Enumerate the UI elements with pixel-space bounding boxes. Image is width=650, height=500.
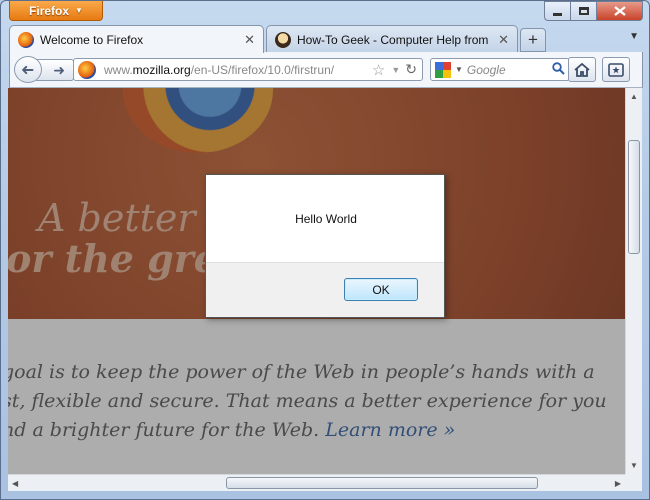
alert-dialog: Hello World OK (205, 174, 445, 318)
back-button[interactable]: ➜ (14, 56, 42, 83)
scrollbar-corner (625, 474, 642, 491)
vertical-scroll-thumb[interactable] (628, 140, 640, 254)
google-engine-icon[interactable] (435, 61, 451, 78)
tab-title: Welcome to Firefox (40, 32, 144, 47)
search-bar[interactable]: ▼ Google (430, 58, 570, 81)
reload-icon[interactable]: ↻ (405, 61, 417, 78)
tab-welcome-to-firefox[interactable]: Welcome to Firefox ✕ (9, 25, 264, 53)
ok-button[interactable]: OK (344, 278, 418, 301)
chevron-down-icon: ▼ (75, 6, 83, 15)
vertical-scrollbar[interactable]: ▲ ▼ (625, 88, 642, 474)
scroll-up-icon[interactable]: ▲ (626, 88, 642, 105)
new-tab-button[interactable]: + (520, 28, 546, 52)
back-arrow-icon: ➜ (21, 61, 35, 79)
window-controls (544, 1, 643, 21)
horizontal-scroll-thumb[interactable] (226, 477, 538, 489)
home-button[interactable] (568, 57, 596, 82)
bookmark-star-icon[interactable]: ☆ (372, 61, 385, 79)
bookmarks-icon (608, 62, 624, 77)
bookmarks-button[interactable] (602, 57, 630, 82)
tab-how-to-geek[interactable]: How-To Geek - Computer Help from ... ✕ (266, 25, 518, 53)
scroll-left-icon[interactable]: ◀ (12, 479, 18, 488)
forward-arrow-icon: ➜ (53, 61, 65, 78)
tab-title: How-To Geek - Computer Help from ... (297, 32, 493, 47)
back-forward-group: ➜ ➜ (14, 56, 76, 83)
url-path: /en-US/firefox/10.0/firstrun/ (190, 62, 335, 77)
search-input[interactable]: Google (467, 63, 552, 77)
firefox-menu-label: Firefox (29, 3, 70, 18)
site-identity-icon[interactable] (78, 60, 96, 79)
list-all-tabs-icon[interactable]: ▼ (629, 31, 639, 42)
url-prefix: www. (104, 62, 133, 77)
alert-footer: OK (206, 262, 444, 317)
search-engine-dropdown-icon[interactable]: ▼ (455, 65, 463, 74)
scroll-down-icon[interactable]: ▼ (626, 457, 642, 474)
url-domain: mozilla.org (132, 62, 191, 77)
minimize-icon (553, 12, 562, 16)
tab-close-icon[interactable]: ✕ (498, 32, 509, 48)
navigation-toolbar: ➜ ➜ www.mozilla.org/en-US/firefox/10.0/f… (9, 52, 643, 88)
url-text[interactable]: www.mozilla.org/en-US/firefox/10.0/first… (104, 63, 369, 77)
tab-close-icon[interactable]: ✕ (244, 32, 255, 48)
firefox-favicon-icon (18, 31, 34, 48)
home-icon (574, 62, 590, 77)
maximize-icon (578, 7, 589, 15)
howtogeek-favicon-icon (275, 31, 291, 48)
scroll-right-icon[interactable]: ▶ (615, 479, 621, 488)
horizontal-scrollbar[interactable]: ◀ ▶ (8, 474, 625, 491)
history-dropdown-icon[interactable]: ▼ (391, 65, 400, 75)
firefox-menu-button[interactable]: Firefox ▼ (9, 1, 103, 21)
close-window-button[interactable] (597, 1, 643, 21)
minimize-button[interactable] (544, 1, 571, 21)
tab-strip: Welcome to Firefox ✕ How-To Geek - Compu… (9, 25, 643, 53)
close-icon (613, 6, 626, 16)
url-bar[interactable]: www.mozilla.org/en-US/firefox/10.0/first… (73, 58, 423, 81)
alert-message: Hello World (295, 212, 357, 226)
maximize-button[interactable] (571, 1, 597, 21)
search-magnifier-icon[interactable] (552, 61, 565, 78)
